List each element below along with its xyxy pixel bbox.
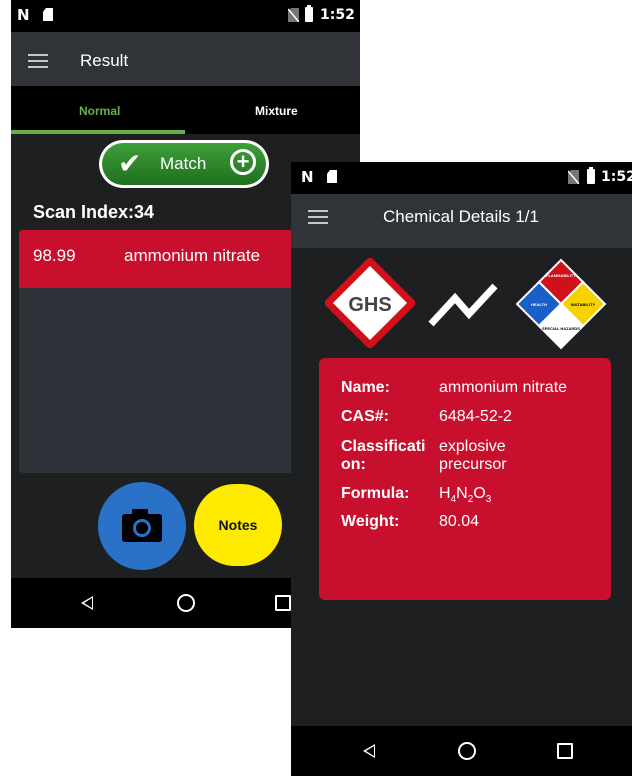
page-title: Result — [80, 51, 129, 70]
page-title: Chemical Details 1/1 — [383, 207, 539, 226]
formula-label: Formula: — [341, 485, 410, 502]
hamburger-icon[interactable] — [28, 54, 48, 68]
hamburger-icon[interactable] — [308, 210, 328, 224]
match-button-label: Match — [160, 154, 207, 173]
sd-card-icon — [43, 8, 53, 21]
home-icon[interactable] — [458, 742, 476, 760]
back-icon[interactable] — [363, 744, 375, 758]
battery-icon — [305, 5, 313, 22]
no-sim-icon — [568, 170, 579, 184]
ghs-icon[interactable]: GHS — [325, 258, 415, 348]
chemical-details-screen: N 1:52 Chemical Details 1/1 GHS FLAMMABI… — [291, 162, 632, 776]
status-time: 1:52 — [601, 169, 632, 185]
notes-button[interactable]: Notes — [194, 484, 282, 566]
notification-n-icon: N — [301, 168, 314, 186]
formula-value: H4N2O3 — [439, 485, 599, 509]
back-icon[interactable] — [81, 596, 93, 610]
formula-o-count: 3 — [485, 494, 492, 506]
tab-normal[interactable]: Normal — [79, 104, 120, 118]
spectrum-line-icon[interactable] — [425, 276, 501, 334]
nfpa-flammability-label: FLAMMABILITY — [546, 273, 576, 278]
recent-apps-icon[interactable] — [275, 595, 291, 611]
recent-apps-icon[interactable] — [557, 743, 573, 759]
cas-label: CAS#: — [341, 408, 390, 425]
cas-value: 6484-52-2 — [439, 408, 512, 425]
no-sim-icon — [288, 8, 299, 22]
result-score: 98.99 — [33, 246, 76, 265]
result-name: ammonium nitrate — [124, 246, 261, 265]
status-bar: N 1:52 — [291, 162, 632, 194]
formula-n: N — [456, 485, 468, 502]
notification-n-icon: N — [17, 6, 30, 24]
home-icon[interactable] — [177, 594, 195, 612]
classification-value-line2: precursor — [439, 456, 507, 473]
match-button[interactable]: ✔ Match + — [99, 140, 269, 188]
classification-label-line1: Classificati — [341, 438, 426, 455]
nfpa-special-label: SPECIAL HAZARDS — [542, 326, 580, 331]
status-time: 1:52 — [320, 7, 355, 23]
details-card: Name: ammonium nitrate CAS#: 6484-52-2 C… — [319, 358, 611, 600]
status-bar: N 1:52 — [11, 0, 360, 32]
formula-h: H — [439, 485, 451, 502]
formula-o: O — [473, 485, 486, 502]
hazard-icons: GHS FLAMMABILITY HEALTH INSTABILITY SPEC… — [291, 248, 632, 350]
nfpa-diamond-icon[interactable]: FLAMMABILITY HEALTH INSTABILITY SPECIAL … — [515, 258, 607, 350]
classification-value-line1: explosive — [439, 438, 506, 455]
nfpa-instability-label: INSTABILITY — [571, 302, 596, 307]
name-label: Name: — [341, 379, 390, 396]
sd-card-icon — [327, 170, 337, 183]
classification-label-line2: on: — [341, 456, 366, 473]
battery-icon — [587, 167, 595, 184]
weight-value: 80.04 — [439, 513, 480, 530]
app-bar: Result — [11, 32, 360, 86]
tab-indicator — [11, 130, 185, 134]
tab-mixture[interactable]: Mixture — [255, 104, 298, 118]
tab-bar: Normal Mixture — [11, 86, 360, 134]
nfpa-health-label: HEALTH — [531, 302, 547, 307]
app-bar: Chemical Details 1/1 — [291, 194, 632, 248]
ghs-label: GHS — [348, 294, 391, 316]
camera-icon — [122, 509, 162, 542]
nav-bar — [291, 726, 632, 776]
weight-label: Weight: — [341, 513, 400, 530]
name-value: ammonium nitrate — [439, 379, 568, 396]
scan-index: Scan Index:34 — [33, 202, 155, 222]
camera-button[interactable] — [98, 482, 186, 570]
checkmark-icon: ✔ — [118, 148, 142, 179]
plus-circle-icon: + — [230, 149, 256, 175]
